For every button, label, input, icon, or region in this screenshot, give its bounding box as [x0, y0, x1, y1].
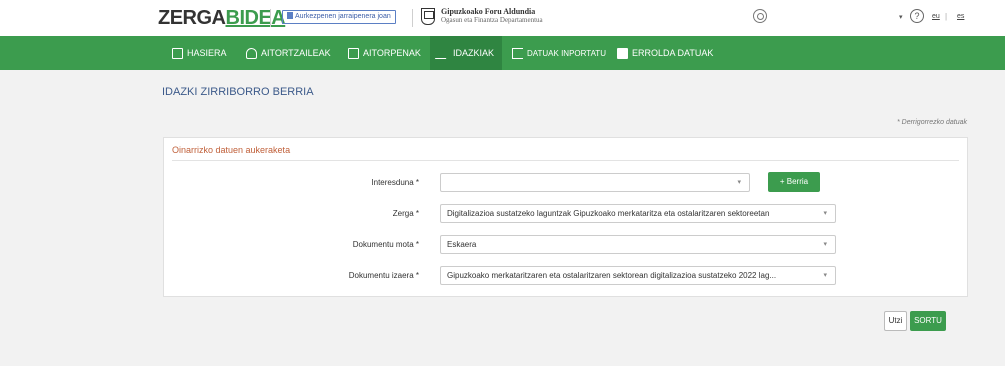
divider [412, 9, 413, 27]
user-menu-dropdown[interactable]: ▾ [899, 13, 903, 21]
document-nature-select[interactable]: Gipuzkoako merkataritzaren eta ostalarit… [440, 266, 836, 285]
chevron-down-icon: ▾ [823, 241, 827, 248]
create-button[interactable]: SORTU [910, 311, 946, 331]
nav-item-aitorpenak[interactable]: AITORPENAK [348, 36, 421, 70]
document-type-value: Eskaera [447, 240, 477, 249]
followup-label: Aurkezpenen jarraipenera joan [295, 13, 391, 20]
zergabidea-logo[interactable]: ZERGABIDEA [158, 6, 286, 30]
home-icon [172, 47, 183, 59]
chevron-down-icon: ▾ [823, 210, 827, 217]
language-es-link[interactable]: es [957, 13, 964, 20]
document-type-select[interactable]: Eskaera ▾ [440, 235, 836, 254]
nav-item-aitortzaileak[interactable]: AITORTZAILEAK [246, 36, 331, 70]
nav-item-idazkiak[interactable]: IDAZKIAK [430, 36, 503, 70]
id-card-icon [617, 47, 628, 59]
section-title: Oinarrizko datuen aukeraketa [172, 145, 291, 155]
document-icon [287, 12, 293, 19]
document-nature-label: Dokumentu izaera * [348, 271, 419, 280]
nav-label: HASIERA [187, 48, 227, 58]
interested-select[interactable]: ▾ [440, 173, 750, 192]
department-line-1: Gipuzkoako Foru Aldundia [441, 7, 536, 16]
help-icon[interactable]: ? [910, 9, 924, 23]
department-line-2: Ogasun eta Finantza Departamentua [441, 16, 543, 24]
tax-select[interactable]: Digitalizazioa sustatzeko laguntzak Gipu… [440, 204, 836, 223]
gipuzkoa-crest-logo [421, 8, 435, 25]
notifications-icon[interactable] [753, 9, 767, 23]
chevron-down-icon: ▾ [823, 272, 827, 279]
nav-label: ERROLDA DATUAK [632, 48, 714, 58]
top-bar: ZERGABIDEA Aurkezpenen jarraipenera joan… [0, 0, 1005, 36]
document-type-label: Dokumentu mota * [352, 240, 419, 249]
nav-item-hasiera[interactable]: HASIERA [172, 36, 227, 70]
document-nature-value: Gipuzkoako merkataritzaren eta ostalarit… [447, 271, 777, 280]
basic-data-panel: Oinarrizko datuen aukeraketa Interesduna… [163, 137, 968, 297]
followup-link[interactable]: Aurkezpenen jarraipenera joan [282, 10, 396, 24]
page-title: IDAZKI ZIRRIBORRO BERRIA [162, 86, 314, 98]
edit-icon [348, 47, 359, 59]
language-eu-link[interactable]: eu [932, 13, 940, 20]
tax-value: Digitalizazioa sustatzeko laguntzak Gipu… [447, 209, 770, 218]
nav-item-errolda-datuak[interactable]: ERROLDA DATUAK [617, 36, 713, 70]
main-navigation: HASIERA AITORTZAILEAK AITORPENAK IDAZKIA… [0, 36, 1005, 70]
logo-text-zerga: ZERGA [158, 7, 226, 29]
divider [270, 9, 271, 27]
nav-label: AITORPENAK [363, 48, 421, 58]
nav-label: DATUAK INPORTATU [527, 48, 606, 58]
pen-icon [434, 47, 453, 59]
nav-label: IDAZKIAK [453, 48, 495, 58]
interested-label: Interesduna * [371, 178, 419, 187]
chevron-down-icon: ▾ [737, 179, 741, 186]
nav-item-datuak-inportatu[interactable]: DATUAK INPORTATU [512, 36, 606, 70]
cancel-button[interactable]: Utzi [884, 311, 907, 331]
person-icon [246, 47, 257, 59]
required-fields-note: * Derrigorrezko datuak [896, 119, 967, 126]
section-divider [172, 160, 959, 161]
new-interested-button[interactable]: + Berria [768, 172, 820, 192]
tax-label: Zerga * [392, 209, 419, 218]
language-separator: | [945, 12, 948, 21]
nav-label: AITORTZAILEAK [261, 48, 331, 58]
import-icon [512, 47, 523, 59]
logo-text-bidea: BIDEA [225, 7, 286, 29]
department-name: Gipuzkoako Foru Aldundia Ogasun eta Fina… [441, 7, 543, 25]
